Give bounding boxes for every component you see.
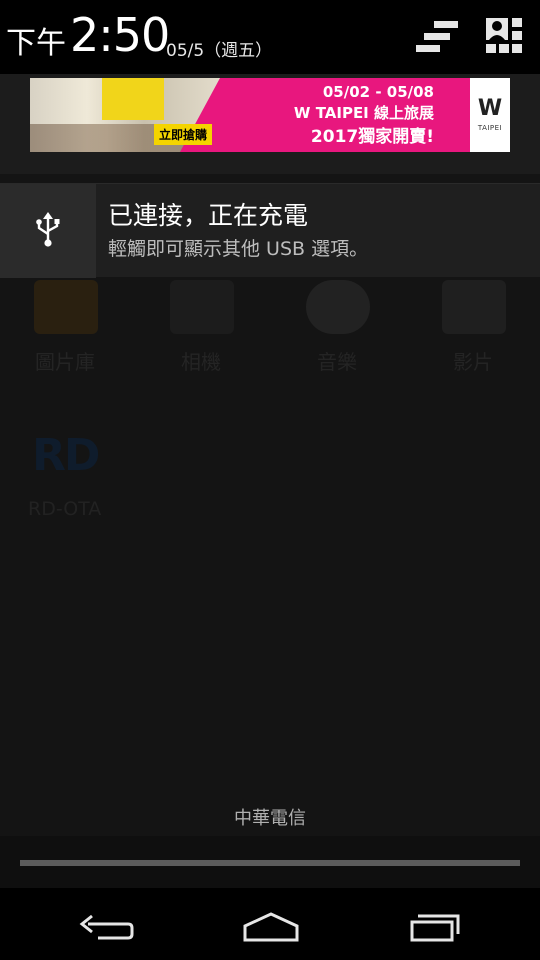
background-app-label: 影片 xyxy=(453,350,493,374)
ad-cta-button[interactable]: 立即搶購 xyxy=(154,124,213,145)
background-app-label: 相機 xyxy=(181,350,221,374)
background-app-videos: 影片 xyxy=(418,280,528,390)
ad-date-range: 05/02 - 05/08 xyxy=(322,83,434,101)
ad-notification[interactable]: 立即搶購 05/02 - 05/08 W TAIPEI 線上旅展 2017獨家開… xyxy=(0,74,540,174)
time-ampm: 下午 xyxy=(6,26,66,61)
notification-text: 輕觸即可顯示其他 USB 選項。 xyxy=(108,238,369,260)
video-icon xyxy=(442,280,506,334)
notification-icon-box xyxy=(0,184,96,278)
logo-mark: W xyxy=(477,96,503,121)
carrier-label: 中華電信 xyxy=(234,808,306,829)
w-taipei-logo: W TAIPEI xyxy=(470,78,510,152)
navigation-bar xyxy=(0,888,540,960)
usb-notification[interactable]: 已連接，正在充電 輕觸即可顯示其他 USB 選項。 xyxy=(0,183,540,278)
home-icon[interactable] xyxy=(236,906,306,946)
logo-text: TAIPEI xyxy=(477,124,503,132)
quick-settings-icon[interactable] xyxy=(484,18,530,58)
ad-headline: W TAIPEI 線上旅展 xyxy=(293,104,434,122)
background-app-label: 圖片庫 xyxy=(35,350,95,374)
ad-subheadline: 2017獨家開賣! xyxy=(310,127,434,147)
drag-handle[interactable] xyxy=(20,860,520,866)
shade-drag-area[interactable] xyxy=(0,836,540,888)
notification-shade: 圖片庫 相機 音樂 影片 RD RD-OTA 下午 2:50 05/5（週五） xyxy=(0,0,540,960)
background-app-label: 音樂 xyxy=(317,350,357,374)
ad-banner[interactable]: 立即搶購 05/02 - 05/08 W TAIPEI 線上旅展 2017獨家開… xyxy=(30,78,510,152)
rd-ota-label: RD-OTA xyxy=(28,498,102,520)
notification-title: 已連接，正在充電 xyxy=(108,201,309,230)
rd-ota-logo: RD xyxy=(32,430,100,481)
sort-notifications-icon[interactable] xyxy=(414,18,460,58)
background-app-music: 音樂 xyxy=(282,280,392,390)
camera-icon xyxy=(170,280,234,334)
background-app-camera: 相機 xyxy=(146,280,256,390)
music-icon xyxy=(306,280,370,334)
gallery-icon xyxy=(34,280,98,334)
usb-icon xyxy=(36,212,60,247)
date: 05/5（週五） xyxy=(166,41,273,61)
back-icon[interactable] xyxy=(72,906,142,946)
clock: 2:50 xyxy=(70,8,170,62)
recent-apps-icon[interactable] xyxy=(402,906,472,946)
shade-header: 下午 2:50 05/5（週五） xyxy=(0,0,540,74)
background-app-gallery: 圖片庫 xyxy=(10,280,120,390)
